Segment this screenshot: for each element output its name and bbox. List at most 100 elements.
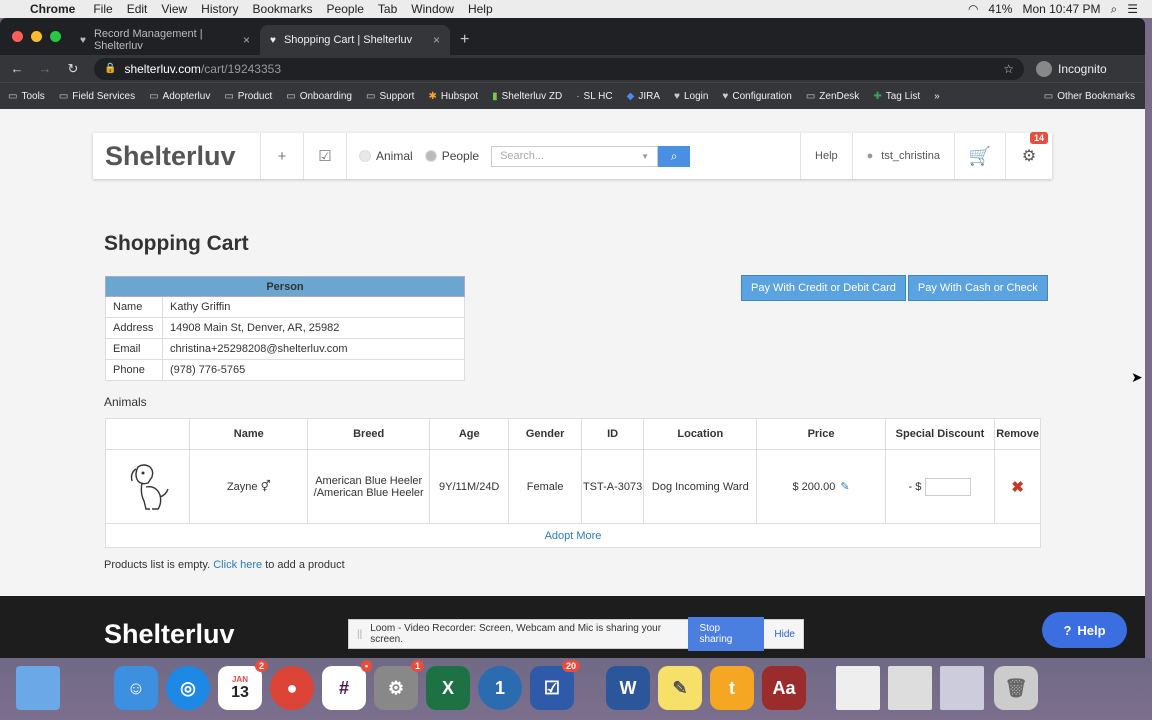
bookmark-field-services[interactable]: ▭ Field Services xyxy=(59,91,135,102)
tasks-icon[interactable]: ☑ 20 xyxy=(530,660,580,710)
folder-icon: ▭ xyxy=(149,91,159,102)
wifi-icon[interactable]: ◠ xyxy=(968,2,978,16)
sheets-icon: ✚ xyxy=(873,91,882,102)
stop-sharing-button[interactable]: Stop sharing xyxy=(687,617,765,651)
minimize-window-button[interactable] xyxy=(31,31,42,42)
user-menu[interactable]: ● tst_christina xyxy=(853,150,954,162)
battery-text[interactable]: 41% xyxy=(988,2,1012,16)
bookmark-jira[interactable]: ◆ JIRA xyxy=(627,91,660,102)
cart-icon[interactable]: 🛒 xyxy=(955,146,1005,167)
gear-icon[interactable]: ⚙ 14 xyxy=(1006,132,1052,166)
menu-history[interactable]: History xyxy=(201,2,238,16)
help-link[interactable]: Help xyxy=(801,150,852,162)
animal-photo[interactable] xyxy=(104,449,191,524)
finder-icon[interactable]: ☺ xyxy=(114,666,158,710)
excel-icon[interactable]: X xyxy=(426,666,470,710)
menu-chrome[interactable]: Chrome xyxy=(30,2,75,16)
table-row: Email christina+25298208@shelterluv.com xyxy=(105,338,465,360)
bookmark-support[interactable]: ▭ Support xyxy=(366,91,414,102)
checkbox-icon[interactable]: ☑ xyxy=(304,147,346,165)
help-widget-button[interactable]: ? Help xyxy=(1042,612,1127,648)
bookmark-star-icon[interactable]: ☆ xyxy=(1003,62,1014,76)
pay-credit-card-button[interactable]: Pay With Credit or Debit Card xyxy=(741,275,906,301)
clock-text[interactable]: Mon 10:47 PM xyxy=(1022,2,1100,16)
document-thumbnail-icon[interactable] xyxy=(836,666,880,710)
loom-message: Loom - Video Recorder: Screen, Webcam an… xyxy=(370,623,662,645)
person-value: (978) 776-5765 xyxy=(162,359,465,381)
stickies-icon[interactable]: ✎ xyxy=(658,666,702,710)
menu-edit[interactable]: Edit xyxy=(127,2,148,16)
menu-view[interactable]: View xyxy=(161,2,187,16)
menu-bookmarks[interactable]: Bookmarks xyxy=(253,2,313,16)
bookmark-tools[interactable]: ▭ Tools xyxy=(8,91,45,102)
calendar-icon[interactable]: JAN 13 2 xyxy=(218,660,268,710)
stack-thumbnail-icon[interactable] xyxy=(940,666,984,710)
bookmarks-overflow-button[interactable]: » xyxy=(934,91,940,102)
search-button[interactable]: ⌕ xyxy=(658,145,691,167)
trash-icon[interactable]: 🗑 xyxy=(994,666,1038,710)
back-icon[interactable]: ← xyxy=(6,61,28,76)
screenshot-thumbnail-icon[interactable] xyxy=(888,666,932,710)
incognito-indicator[interactable]: Incognito xyxy=(1036,60,1107,77)
bookmark-label: Hubspot xyxy=(440,91,479,102)
close-tab-icon[interactable]: × xyxy=(243,33,250,47)
close-tab-icon[interactable]: × xyxy=(433,33,440,47)
menu-file[interactable]: File xyxy=(93,2,112,16)
safari-icon[interactable]: ◎ xyxy=(166,666,210,710)
other-bookmarks[interactable]: ▭ Other Bookmarks xyxy=(1044,91,1135,102)
bookmark-login[interactable]: ♥ Login xyxy=(674,91,708,102)
browser-toolbar: ← → ↻ 🔒 shelterluv.com /cart/19243353 ☆ … xyxy=(0,55,1145,82)
remove-icon[interactable]: ✖ xyxy=(1011,479,1024,496)
bookmark-tag-list[interactable]: ✚ Tag List xyxy=(873,91,920,102)
preferences-badge: 1 xyxy=(410,660,424,672)
chrome-icon[interactable]: ● xyxy=(270,666,314,710)
radio-people[interactable]: People xyxy=(424,149,479,163)
reload-icon[interactable]: ↻ xyxy=(62,61,84,77)
adopt-more-link[interactable]: Adopt More xyxy=(105,523,1041,548)
address-bar[interactable]: 🔒 shelterluv.com /cart/19243353 ☆ xyxy=(94,57,1024,80)
zoom-window-button[interactable] xyxy=(50,31,61,42)
menu-window[interactable]: Window xyxy=(411,2,454,16)
bookmark-shelterluv-zd[interactable]: ▮ Shelterluv ZD xyxy=(492,91,562,102)
animal-name[interactable]: Zayne xyxy=(227,481,258,493)
control-center-icon[interactable]: ☰ xyxy=(1127,2,1138,16)
bookmark-onboarding[interactable]: ▭ Onboarding xyxy=(286,91,352,102)
system-preferences-icon[interactable]: ⚙ 1 xyxy=(374,660,424,710)
bookmark-configuration[interactable]: ♥ Configuration xyxy=(722,91,791,102)
close-window-button[interactable] xyxy=(12,31,23,42)
menu-help[interactable]: Help xyxy=(468,2,493,16)
pay-cash-check-button[interactable]: Pay With Cash or Check xyxy=(907,275,1048,301)
menu-people[interactable]: People xyxy=(327,2,364,16)
dictionary-icon[interactable]: Aa xyxy=(762,666,806,710)
plus-icon[interactable]: + xyxy=(261,148,303,165)
1password-icon[interactable]: 1 xyxy=(478,666,522,710)
word-icon[interactable]: W xyxy=(606,666,650,710)
bookmark-hubspot[interactable]: ✱ Hubspot xyxy=(428,91,478,102)
typeeto-icon[interactable]: t xyxy=(710,666,754,710)
tab-shopping-cart[interactable]: ♥ Shopping Cart | Shelterluv × xyxy=(260,25,450,55)
bookmark-sl-hc[interactable]: · SL HC xyxy=(576,91,612,102)
chevron-down-icon[interactable]: ▼ xyxy=(641,152,649,161)
add-product-link[interactable]: Click here xyxy=(213,559,262,571)
bookmark-product[interactable]: ▭ Product xyxy=(224,91,272,102)
app-logo[interactable]: Shelterluv xyxy=(93,141,260,172)
new-tab-button[interactable]: + xyxy=(450,31,479,55)
spotlight-icon[interactable]: ⌕ xyxy=(1111,2,1118,17)
bookmark-adopterluv[interactable]: ▭ Adopterluv xyxy=(149,91,210,102)
column-header: Breed xyxy=(307,418,431,450)
folder-icon: ▭ xyxy=(58,91,69,102)
menu-tab[interactable]: Tab xyxy=(378,2,397,16)
search-input[interactable]: Search... ▼ xyxy=(491,145,659,167)
drag-handle-icon[interactable]: || xyxy=(357,629,362,640)
bookmark-zendesk[interactable]: ▭ ZenDesk xyxy=(806,91,859,102)
special-discount-input[interactable] xyxy=(925,477,972,496)
radio-animal[interactable]: Animal xyxy=(359,149,413,163)
forward-icon[interactable]: → xyxy=(34,61,56,76)
folder-dock-icon[interactable] xyxy=(16,666,60,710)
slack-icon[interactable]: # • xyxy=(322,660,372,710)
tab-record-management[interactable]: ♥ Record Management | Shelterluv × xyxy=(70,25,260,55)
table-row: Name Kathy Griffin xyxy=(105,296,465,318)
bookmark-label: Field Services xyxy=(72,91,136,102)
edit-icon[interactable]: ✎ xyxy=(840,481,849,493)
hide-button[interactable]: Hide xyxy=(774,629,795,640)
